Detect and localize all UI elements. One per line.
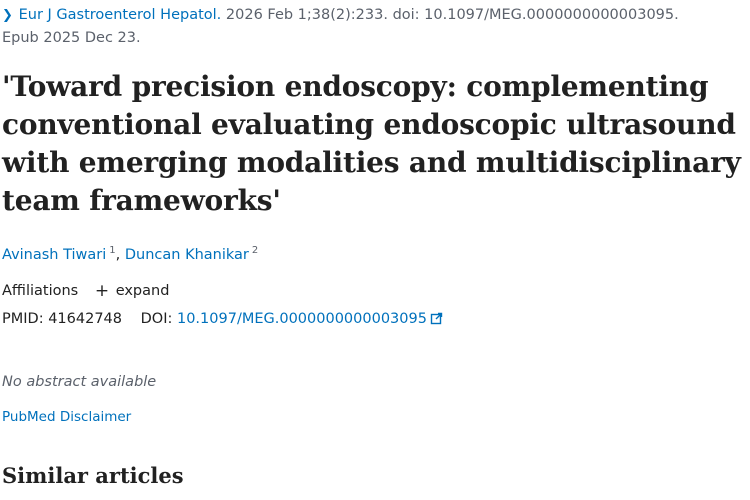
chevron-right-icon: ❯ [2, 8, 13, 23]
expand-label[interactable]: expand [116, 283, 170, 299]
article-page: ❯ Eur J Gastroenterol Hepatol. 2026 Feb … [0, 0, 750, 500]
epub-date: Epub 2025 Dec 23. [2, 30, 141, 46]
author-separator: , [115, 247, 125, 263]
identifiers: PMID: 41642748 DOI: 10.1097/MEG.00000000… [2, 308, 443, 332]
external-link-icon [430, 310, 443, 332]
doi-label: DOI: [140, 311, 173, 327]
author-list: Avinash Tiwari 1, Duncan Khanikar 2 [2, 240, 258, 266]
affiliations-label: Affiliations [2, 283, 79, 299]
journal-link[interactable]: Eur J Gastroenterol Hepatol. [19, 7, 222, 23]
article-title: 'Toward precision endoscopy: complementi… [2, 70, 741, 217]
author-affiliation-ref[interactable]: 2 [252, 245, 258, 256]
citation-details: 2026 Feb 1;38(2):233. doi: 10.1097/MEG.0… [221, 7, 679, 23]
doi-link[interactable]: 10.1097/MEG.0000000000003095 [177, 311, 443, 327]
pmid-value: 41642748 [48, 311, 123, 327]
affiliations-toggle[interactable]: Affiliations + expand [2, 280, 169, 302]
citation: ❯ Eur J Gastroenterol Hepatol. 2026 Feb … [2, 4, 742, 49]
similar-articles-heading: Similar articles [2, 463, 184, 488]
doi-value: 10.1097/MEG.0000000000003095 [176, 311, 427, 327]
author-link[interactable]: Avinash Tiwari [2, 247, 106, 263]
plus-icon: + [94, 281, 110, 301]
pubmed-disclaimer-link[interactable]: PubMed Disclaimer [2, 407, 131, 427]
author-link[interactable]: Duncan Khanikar [125, 247, 249, 263]
no-abstract-note: No abstract available [2, 374, 157, 390]
pmid-label: PMID: [2, 311, 44, 327]
